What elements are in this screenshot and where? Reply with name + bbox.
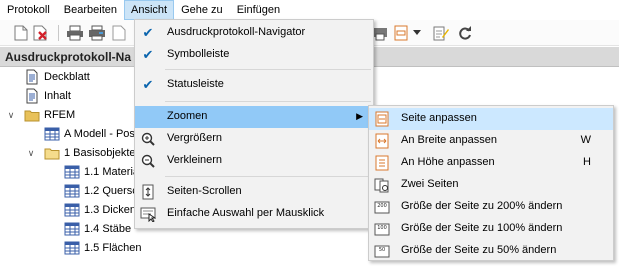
tree-item-label: 1.5 Flächen bbox=[84, 242, 142, 254]
menu-item-seite-anpassen[interactable]: Seite anpassen bbox=[369, 108, 613, 130]
menu-item-einfache-auswahl[interactable]: Einfache Auswahl per Mausklick bbox=[135, 203, 373, 225]
menu-item-seiten-scrollen[interactable]: Seiten-Scrollen bbox=[135, 181, 373, 203]
menu-item-hoehe-anpassen[interactable]: An Höhe anpassen H bbox=[369, 152, 613, 174]
new-page-icon[interactable] bbox=[12, 24, 30, 42]
tree-item-staebe[interactable]: 1.4 Stäbe bbox=[64, 220, 131, 238]
svg-text:100: 100 bbox=[377, 225, 387, 231]
print-icon[interactable] bbox=[66, 24, 84, 42]
tree-item-inhalt[interactable]: Inhalt bbox=[24, 87, 71, 105]
menu-item-symbolleiste[interactable]: ✔ Symbolleiste bbox=[135, 44, 373, 66]
menu-item-zoom-50[interactable]: 50 Größe der Seite zu 50% ändern bbox=[369, 240, 613, 262]
fit-page-icon bbox=[374, 111, 390, 127]
dropdown-icon[interactable] bbox=[412, 24, 422, 42]
two-pages-icon bbox=[374, 177, 390, 193]
menu-einfuegen[interactable]: Einfügen bbox=[230, 0, 287, 20]
menu-bar: Protokoll Bearbeiten Ansicht Gehe zu Ein… bbox=[0, 0, 619, 20]
tree-item-label: 1.1 Materia bbox=[84, 166, 140, 178]
table-icon bbox=[64, 241, 80, 255]
folder-icon bbox=[24, 110, 40, 122]
checkmark-icon: ✔ bbox=[142, 77, 154, 92]
refresh-icon[interactable] bbox=[456, 24, 474, 42]
tree-item-deckblatt[interactable]: Deckblatt bbox=[24, 68, 90, 86]
tree-item-label: A Modell - Posit bbox=[64, 128, 141, 140]
svg-text:50: 50 bbox=[379, 247, 385, 253]
folder-icon bbox=[44, 148, 60, 160]
menu-item-statusleiste[interactable]: ✔ Statusleiste bbox=[135, 74, 373, 96]
document-icon bbox=[26, 88, 38, 104]
table-icon bbox=[64, 203, 80, 217]
edit-note-icon[interactable] bbox=[432, 24, 450, 42]
tree-item-label: Deckblatt bbox=[44, 71, 90, 83]
menu-item-navigator[interactable]: ✔ Ausdruckprotokoll-Navigator bbox=[135, 22, 373, 44]
chevron-down-icon[interactable]: ∨ bbox=[6, 106, 16, 124]
menu-item-zwei-seiten[interactable]: Zwei Seiten bbox=[369, 174, 613, 196]
zoom-in-icon bbox=[140, 131, 156, 147]
menu-protokoll[interactable]: Protokoll bbox=[0, 0, 57, 20]
tree-item-modell[interactable]: A Modell - Posit bbox=[44, 125, 140, 143]
menu-item-zoom-200[interactable]: 200 Größe der Seite zu 200% ändern bbox=[369, 196, 613, 218]
tree-item-materialien[interactable]: 1.1 Materia bbox=[64, 163, 139, 181]
page-settings-icon[interactable] bbox=[392, 24, 410, 42]
menu-item-zoom-100[interactable]: 100 Größe der Seite zu 100% ändern bbox=[369, 218, 613, 240]
zoom-50-icon: 50 bbox=[374, 243, 390, 259]
scroll-pages-icon bbox=[140, 184, 156, 200]
checkmark-icon: ✔ bbox=[142, 25, 154, 40]
zoom-200-icon: 200 bbox=[374, 199, 390, 215]
tree-item-rfem[interactable]: RFEM bbox=[24, 106, 75, 124]
zoom-out-icon bbox=[140, 153, 156, 169]
fit-height-icon bbox=[374, 155, 390, 171]
table-icon bbox=[44, 127, 60, 141]
fit-width-icon bbox=[374, 133, 390, 149]
blank-icon[interactable] bbox=[110, 24, 128, 42]
zoom-100-icon: 100 bbox=[374, 221, 390, 237]
tree-item-basisobjekte[interactable]: 1 Basisobjekte bbox=[44, 144, 136, 162]
print-preview-icon[interactable] bbox=[88, 24, 106, 42]
tree-item-label: 1.2 Quersc bbox=[84, 185, 138, 197]
tree-item-querschnitte[interactable]: 1.2 Quersc bbox=[64, 182, 138, 200]
tree-item-label: 1.4 Stäbe bbox=[84, 223, 132, 235]
tree-item-label: 1.3 Dicken bbox=[84, 204, 136, 216]
chevron-down-icon[interactable]: ∨ bbox=[26, 144, 36, 162]
menu-item-verkleinern[interactable]: Verkleinern bbox=[135, 150, 373, 172]
table-icon bbox=[64, 165, 80, 179]
svg-text:200: 200 bbox=[377, 203, 387, 209]
tree-item-flaechen[interactable]: 1.5 Flächen bbox=[64, 239, 141, 257]
submenu-arrow-icon: ▶ bbox=[356, 111, 363, 121]
table-icon bbox=[64, 184, 80, 198]
tree-item-label: Inhalt bbox=[44, 90, 71, 102]
menu-ansicht[interactable]: Ansicht bbox=[124, 0, 175, 20]
checkmark-icon: ✔ bbox=[142, 47, 154, 62]
menu-bearbeiten[interactable]: Bearbeiten bbox=[57, 0, 124, 20]
delete-icon[interactable] bbox=[32, 24, 50, 42]
menu-gehe-zu[interactable]: Gehe zu bbox=[174, 0, 230, 20]
select-cursor-icon bbox=[140, 206, 156, 222]
tree-item-dicken[interactable]: 1.3 Dicken bbox=[64, 201, 136, 219]
menu-item-breite-anpassen[interactable]: An Breite anpassen W bbox=[369, 130, 613, 152]
tree-item-label: 1 Basisobjekte bbox=[64, 147, 136, 159]
zoom-submenu: Seite anpassen An Breite anpassen W An H… bbox=[368, 105, 614, 261]
tree-item-label: RFEM bbox=[44, 109, 76, 121]
ansicht-menu: ✔ Ausdruckprotokoll-Navigator ✔ Symbolle… bbox=[134, 19, 374, 229]
menu-item-vergroessern[interactable]: Vergrößern bbox=[135, 128, 373, 150]
document-icon bbox=[26, 69, 38, 85]
table-icon bbox=[64, 222, 80, 236]
menu-item-zoomen[interactable]: Zoomen ▶ bbox=[135, 106, 373, 128]
